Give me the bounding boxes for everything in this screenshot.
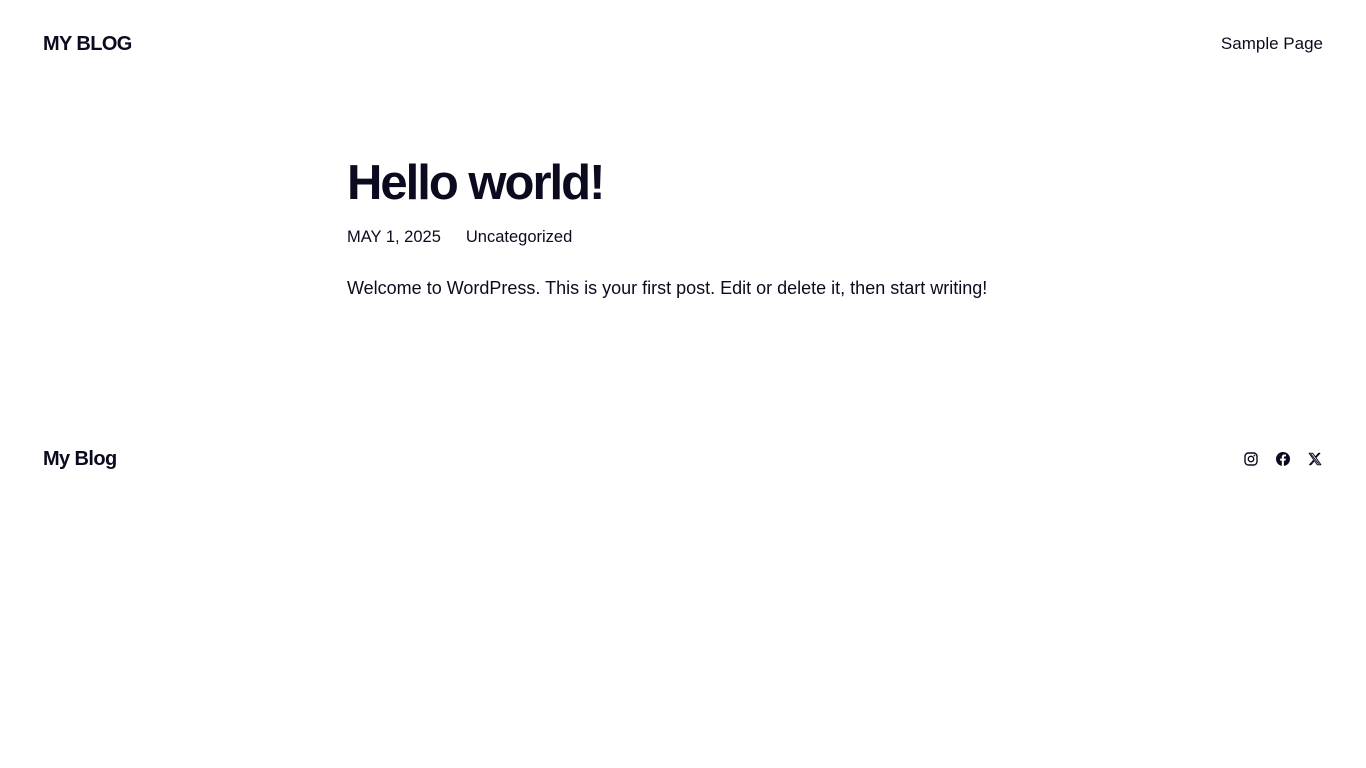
post-date: MAY 1, 2025 xyxy=(347,228,441,246)
primary-nav: Sample Page xyxy=(1221,34,1323,54)
site-header: MY BLOG Sample Page xyxy=(43,30,1323,58)
nav-item-sample-page[interactable]: Sample Page xyxy=(1221,34,1323,53)
social-links xyxy=(1243,451,1323,467)
post: Hello world! MAY 1, 2025 Uncategorized W… xyxy=(347,150,1047,301)
page: MY BLOG Sample Page Hello world! MAY 1, … xyxy=(0,0,1366,768)
post-content: Welcome to WordPress. This is your first… xyxy=(347,278,988,298)
instagram-icon[interactable] xyxy=(1243,451,1259,467)
site-footer: My Blog xyxy=(43,444,1323,474)
post-category-link[interactable]: Uncategorized xyxy=(466,225,572,249)
facebook-icon[interactable] xyxy=(1275,451,1291,467)
footer-site-title-link[interactable]: My Blog xyxy=(43,448,117,471)
post-title: Hello world! xyxy=(347,156,605,210)
post-meta: MAY 1, 2025 Uncategorized xyxy=(347,225,1047,249)
site-title-link[interactable]: MY BLOG xyxy=(43,33,132,56)
x-twitter-icon[interactable] xyxy=(1307,451,1323,467)
